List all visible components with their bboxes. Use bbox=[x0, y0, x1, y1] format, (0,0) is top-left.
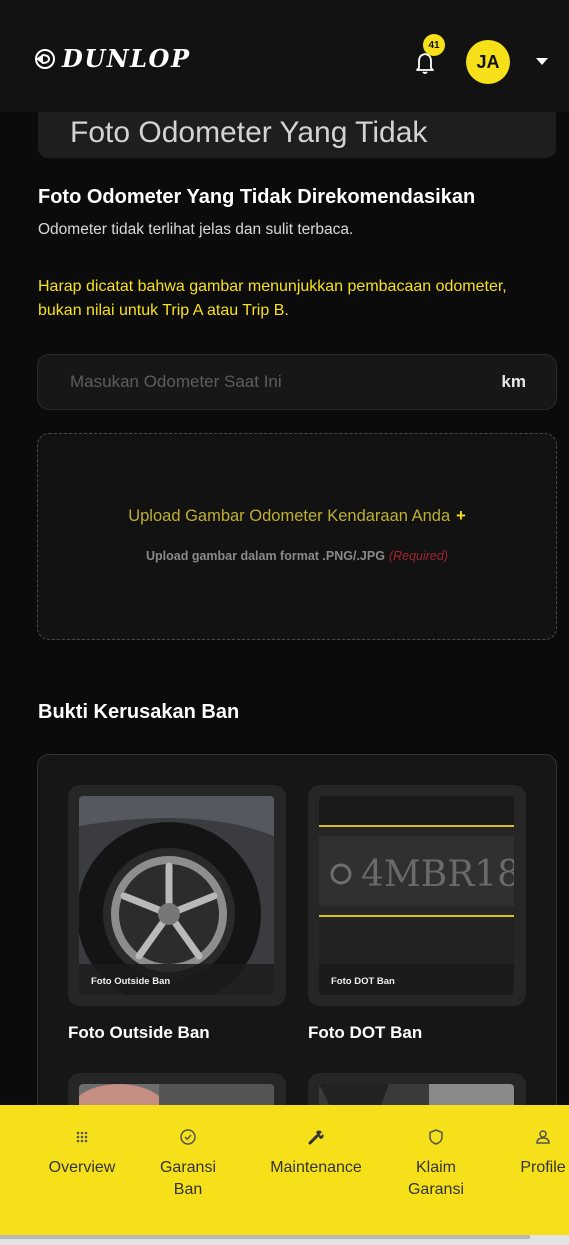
photo-label-outside: Foto Outside Ban bbox=[68, 1023, 210, 1042]
photo-caption: Foto DOT Ban bbox=[331, 976, 395, 987]
upload-hint-text: Upload gambar dalam format .PNG/.JPG bbox=[145, 549, 385, 563]
user-icon bbox=[536, 1130, 550, 1144]
not-recommended-title: Foto Odometer Yang Tidak Direkomendasika… bbox=[38, 186, 476, 208]
nav-item-maintenance[interactable]: Maintenance bbox=[252, 1127, 380, 1179]
chevron-down-icon[interactable] bbox=[536, 58, 548, 65]
grid-icon bbox=[76, 1131, 88, 1143]
not-recommended-description: Odometer tidak terlihat jelas dan sulit … bbox=[38, 221, 354, 238]
photo-tile-dot[interactable]: 4MBR18 Foto DOT Ban bbox=[308, 785, 526, 1006]
nav-label: Garansi Ban bbox=[159, 1159, 217, 1198]
main-content: Foto Odometer Yang Tidak Foto Odometer Y… bbox=[0, 112, 569, 1245]
home-indicator-strip bbox=[0, 1235, 569, 1245]
upload-title-text: Upload Gambar Odometer Kendaraan Anda bbox=[128, 507, 451, 525]
nav-label: Profile bbox=[520, 1159, 566, 1176]
nav-item-garansi-ban[interactable]: Garansi Ban bbox=[148, 1127, 228, 1201]
odometer-unit: km bbox=[501, 372, 526, 391]
photo-caption: Foto Outside Ban bbox=[91, 976, 171, 987]
dot-code-text: 4MBR18 bbox=[361, 854, 514, 895]
required-label: (Required) bbox=[388, 549, 448, 563]
tire-damage-title: Bukti Kerusakan Ban bbox=[38, 701, 240, 723]
odometer-input[interactable]: Masukan Odometer Saat Ini km bbox=[37, 354, 557, 410]
shield-icon bbox=[429, 1129, 443, 1145]
app-header: DUNLOP 41 JA bbox=[0, 0, 569, 112]
photo-tile-outside[interactable]: Foto Outside Ban bbox=[68, 785, 286, 1006]
nav-item-overview[interactable]: Overview bbox=[36, 1127, 128, 1179]
bottom-navigation: Overview Garansi Ban Maintenance Klaim G… bbox=[0, 1105, 569, 1235]
scroll-indicator bbox=[0, 1235, 530, 1239]
upload-hint: Upload gambar dalam format .PNG/.JPG (Req… bbox=[38, 549, 556, 563]
odometer-upload-dropzone[interactable]: Upload Gambar Odometer Kendaraan Anda + U… bbox=[37, 433, 557, 640]
photo-label-dot: Foto DOT Ban bbox=[308, 1023, 423, 1042]
dunlop-logo[interactable]: DUNLOP bbox=[34, 44, 191, 73]
odometer-example-card: Foto Odometer Yang Tidak bbox=[38, 112, 556, 158]
nav-label: Klaim Garansi bbox=[407, 1159, 465, 1198]
example-card-title: Foto Odometer Yang Tidak bbox=[70, 116, 428, 149]
brand-name: DUNLOP bbox=[62, 44, 191, 73]
nav-item-profile[interactable]: Profile bbox=[508, 1127, 569, 1179]
user-avatar[interactable]: JA bbox=[466, 40, 510, 84]
odometer-notice: Harap dicatat bahwa gambar menunjukkan p… bbox=[38, 278, 507, 319]
nav-label: Maintenance bbox=[270, 1159, 362, 1176]
notification-button[interactable]: 41 bbox=[410, 34, 445, 74]
upload-title: Upload Gambar Odometer Kendaraan Anda + bbox=[38, 507, 556, 526]
plus-icon: + bbox=[456, 507, 466, 525]
nav-label: Overview bbox=[48, 1159, 116, 1176]
tire-dot-photo: 4MBR18 Foto DOT Ban bbox=[319, 796, 514, 995]
tire-outside-photo: Foto Outside Ban bbox=[79, 796, 274, 995]
wrench-icon bbox=[308, 1130, 324, 1145]
notification-count-badge: 41 bbox=[423, 34, 445, 56]
odometer-placeholder: Masukan Odometer Saat Ini bbox=[70, 372, 282, 391]
dunlop-flying-d-icon bbox=[34, 48, 56, 70]
nav-item-klaim-garansi[interactable]: Klaim Garansi bbox=[396, 1127, 476, 1201]
check-badge-icon bbox=[180, 1129, 196, 1145]
